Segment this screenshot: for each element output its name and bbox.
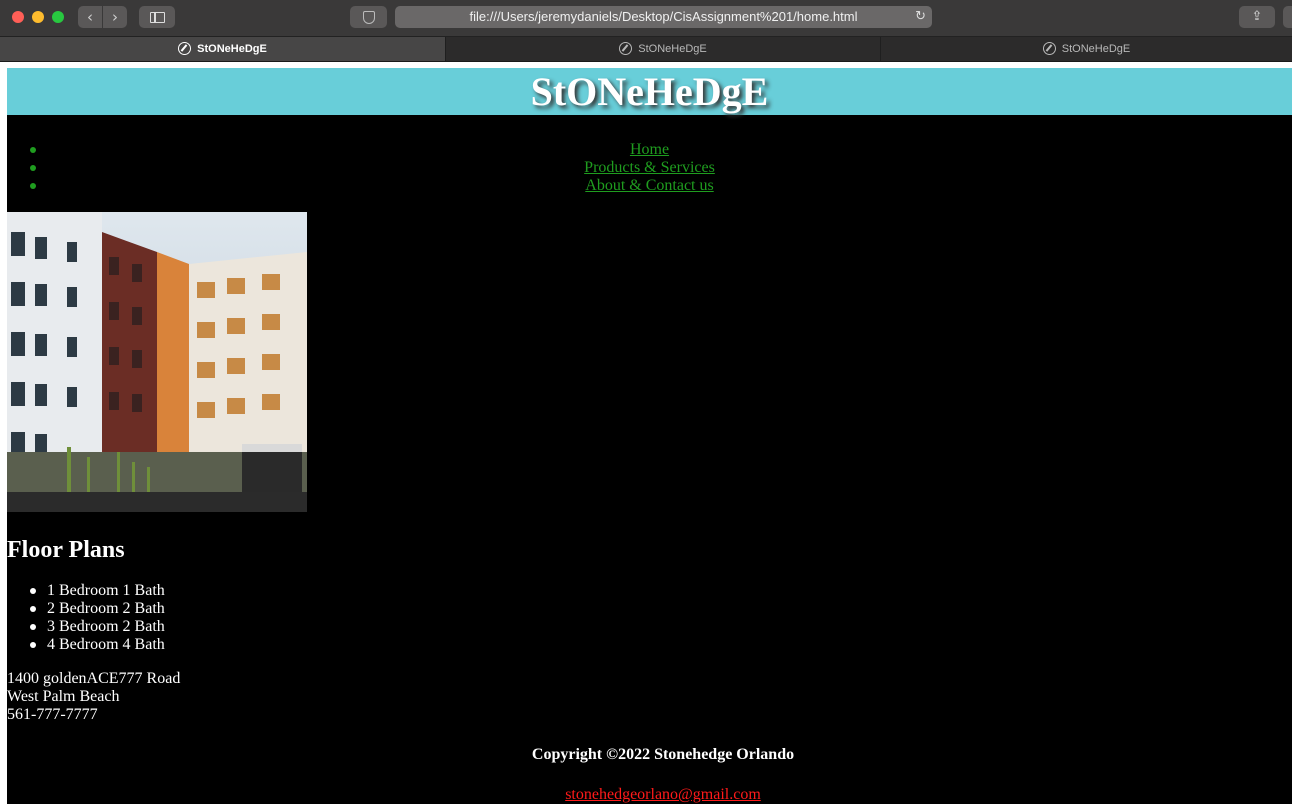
email-line: stonehedgeorlano@gmail.com [7, 786, 1292, 804]
bullet-icon [30, 642, 36, 648]
nav-item-home: Home [7, 141, 1292, 159]
tab-2[interactable]: StONeHeDgE [446, 37, 881, 61]
toolbar-overflow-button[interactable] [1283, 6, 1292, 28]
bullet-icon [30, 624, 36, 630]
site-nav: Home Products & Services About & Contact… [7, 141, 1292, 195]
nav-item-products: Products & Services [7, 159, 1292, 177]
web-page: StONeHeDgE Home Products & Services Abou… [7, 68, 1292, 804]
chevron-left-icon: ‹ [87, 8, 93, 26]
address-block: 1400 goldenACE777 Road West Palm Beach 5… [7, 670, 180, 724]
nav-link-products-services[interactable]: Products & Services [584, 159, 715, 176]
floor-plans-list: 1 Bedroom 1 Bath 2 Bedroom 2 Bath 3 Bedr… [7, 582, 165, 654]
floor-plan-label: 4 Bedroom 4 Bath [47, 636, 165, 653]
nav-link-about-contact[interactable]: About & Contact us [585, 177, 713, 194]
sidebar-icon [150, 12, 165, 23]
list-item: 3 Bedroom 2 Bath [7, 618, 165, 636]
sidebar-toggle-button[interactable] [139, 6, 175, 28]
reload-icon[interactable]: ↻ [915, 6, 926, 28]
share-icon: ⇪ [1251, 9, 1263, 24]
bullet-icon [30, 165, 36, 171]
address-city: West Palm Beach [7, 688, 120, 705]
list-item: 4 Bedroom 4 Bath [7, 636, 165, 654]
chevron-right-icon: › [112, 8, 118, 26]
minimize-window-button[interactable] [32, 11, 44, 23]
tab-label: StONeHeDgE [1061, 43, 1131, 55]
tab-bar: StONeHeDgE StONeHeDgE StONeHeDgE [0, 37, 1292, 62]
close-window-button[interactable] [12, 11, 24, 23]
bullet-icon [30, 147, 36, 153]
compass-icon [619, 42, 633, 55]
nav-item-about: About & Contact us [7, 177, 1292, 195]
forward-button[interactable]: › [103, 6, 127, 28]
address-bar[interactable]: file:///Users/jeremydaniels/Desktop/CisA… [395, 6, 932, 28]
bullet-icon [30, 606, 36, 612]
compass-icon [178, 42, 192, 55]
share-button[interactable]: ⇪ [1239, 6, 1275, 28]
tab-3[interactable]: StONeHeDgE [881, 37, 1292, 61]
tab-label: StONeHeDgE [197, 43, 267, 55]
nav-link-home[interactable]: Home [630, 141, 669, 158]
floor-plan-label: 1 Bedroom 1 Bath [47, 582, 165, 599]
privacy-report-button[interactable] [350, 6, 387, 28]
address-street: 1400 goldenACE777 Road [7, 670, 181, 687]
bullet-icon [30, 588, 36, 594]
bullet-icon [30, 183, 36, 189]
address-phone: 561-777-7777 [7, 706, 98, 723]
browser-toolbar: ‹ › file:///Users/jeremydaniels/Desktop/… [0, 0, 1292, 37]
tab-1[interactable]: StONeHeDgE [0, 37, 446, 61]
floor-plan-label: 3 Bedroom 2 Bath [47, 618, 165, 635]
address-text: file:///Users/jeremydaniels/Desktop/CisA… [469, 9, 858, 24]
list-item: 2 Bedroom 2 Bath [7, 600, 165, 618]
tab-label: StONeHeDgE [638, 43, 707, 55]
site-banner: StONeHeDgE [7, 68, 1292, 115]
compass-icon [1042, 42, 1056, 55]
site-title: StONeHeDgE [530, 69, 769, 114]
fullscreen-window-button[interactable] [52, 11, 64, 23]
copyright-text: Copyright ©2022 Stonehedge Orlando [531, 746, 795, 763]
floor-plans-heading: Floor Plans [7, 537, 125, 563]
email-link[interactable]: stonehedgeorlano@gmail.com [565, 786, 761, 803]
shield-icon [363, 11, 375, 24]
back-button[interactable]: ‹ [78, 6, 102, 28]
floor-plan-label: 2 Bedroom 2 Bath [47, 600, 165, 617]
apartment-building-photo [7, 212, 307, 512]
list-item: 1 Bedroom 1 Bath [7, 582, 165, 600]
